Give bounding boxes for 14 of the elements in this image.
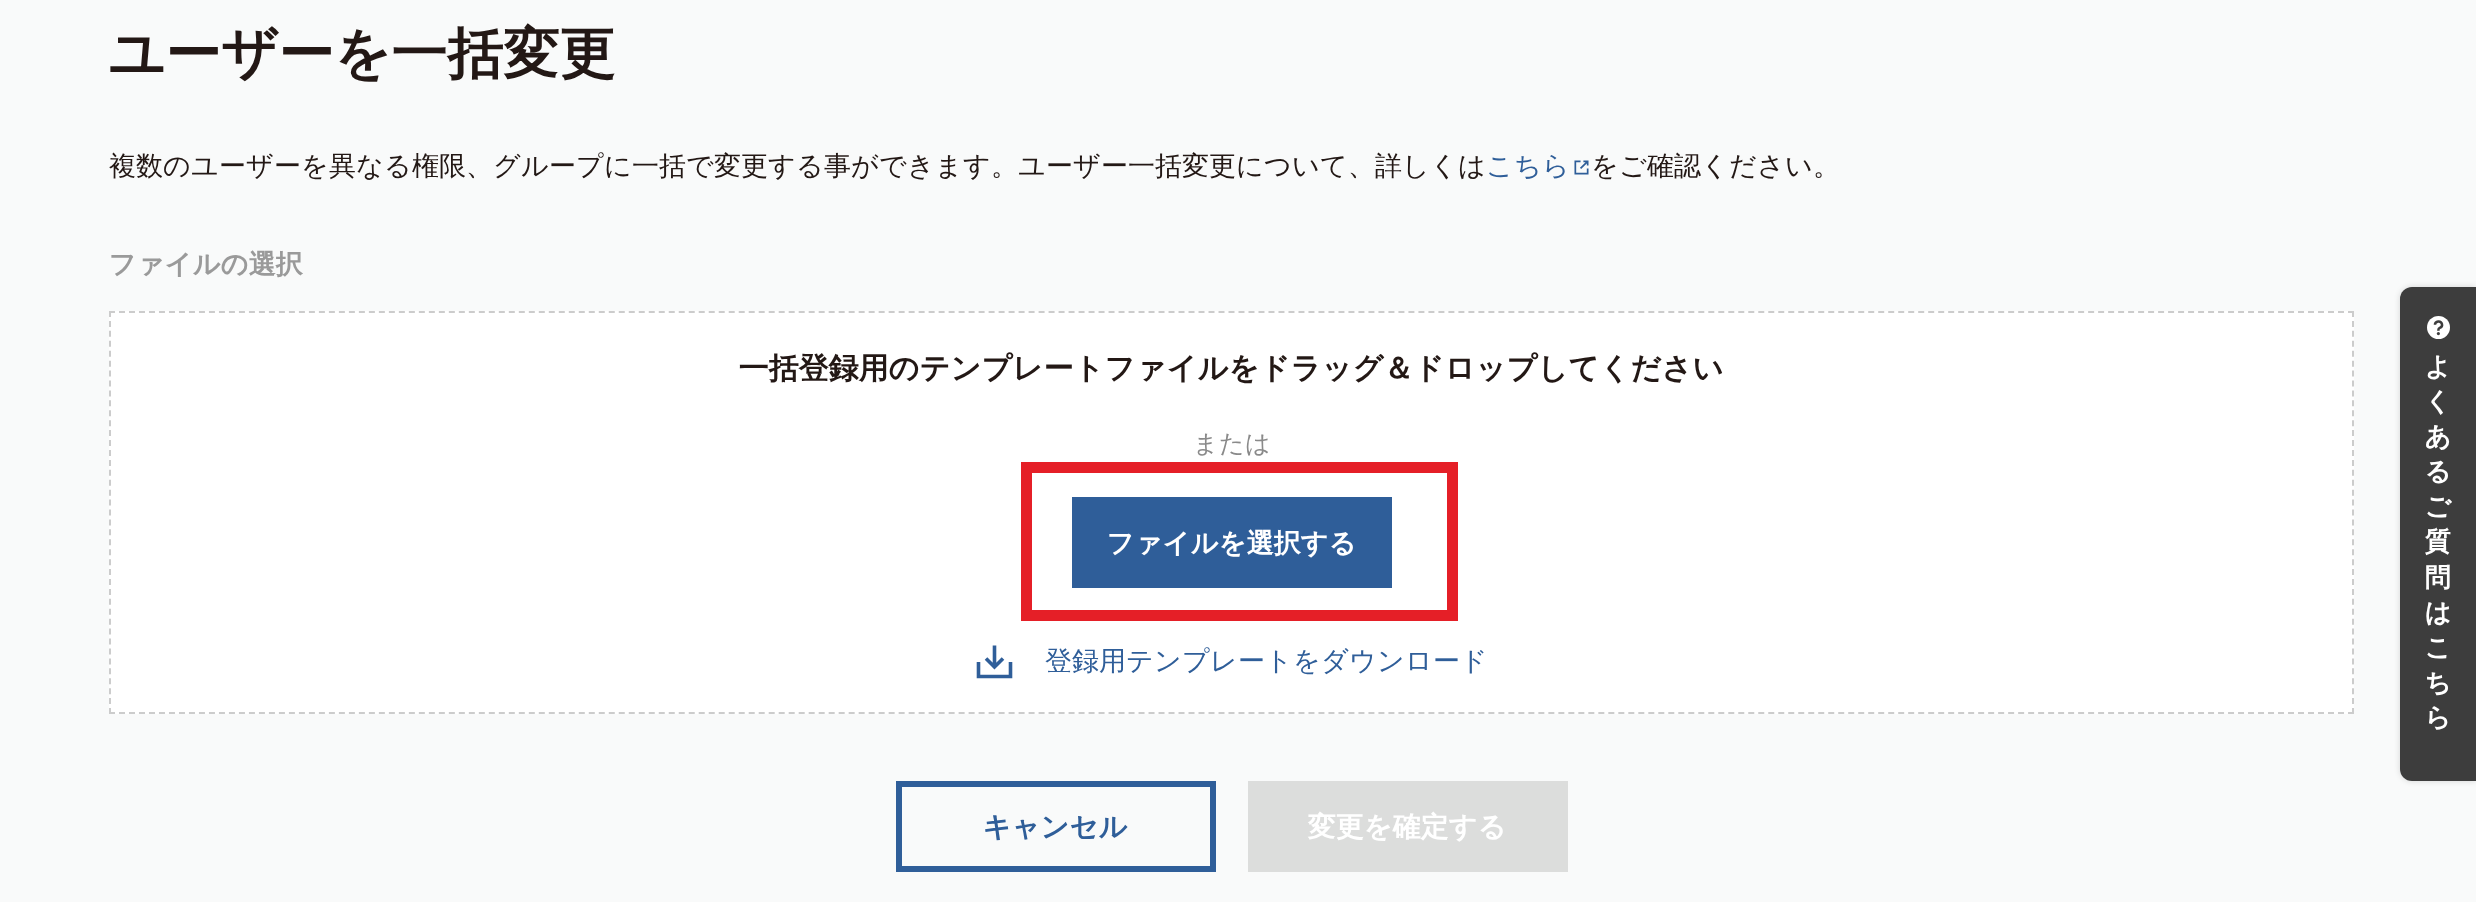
section-label: ファイルの選択 xyxy=(109,247,304,281)
drop-zone-heading: 一括登録用のテンプレートファイルをドラッグ＆ドロップしてください xyxy=(739,349,1724,387)
file-drop-zone[interactable]: 一括登録用のテンプレートファイルをドラッグ＆ドロップしてください または ファイルを選択する 登録用テンプレートをダウンロード xyxy=(109,311,2354,714)
download-icon xyxy=(975,643,1013,679)
select-file-button[interactable]: ファイルを選択する xyxy=(1071,497,1392,588)
page-title: ユーザーを一括変更 xyxy=(109,19,617,86)
cancel-button[interactable]: キャンセル xyxy=(895,781,1216,872)
question-mark-icon xyxy=(2426,316,2450,339)
description-text: 複数のユーザーを異なる権限、グループに一括で変更する事ができます。ユーザー一括変更について、詳しくは こちら をご確認ください。 xyxy=(109,149,1841,183)
faq-tab[interactable]: よくあるご質問はこちら xyxy=(2400,287,2476,782)
details-link[interactable]: こちら xyxy=(1486,150,1591,181)
external-link-icon xyxy=(1572,158,1591,177)
download-template-link[interactable]: 登録用テンプレートをダウンロード xyxy=(975,640,1488,682)
separator-text: または xyxy=(1192,428,1271,460)
